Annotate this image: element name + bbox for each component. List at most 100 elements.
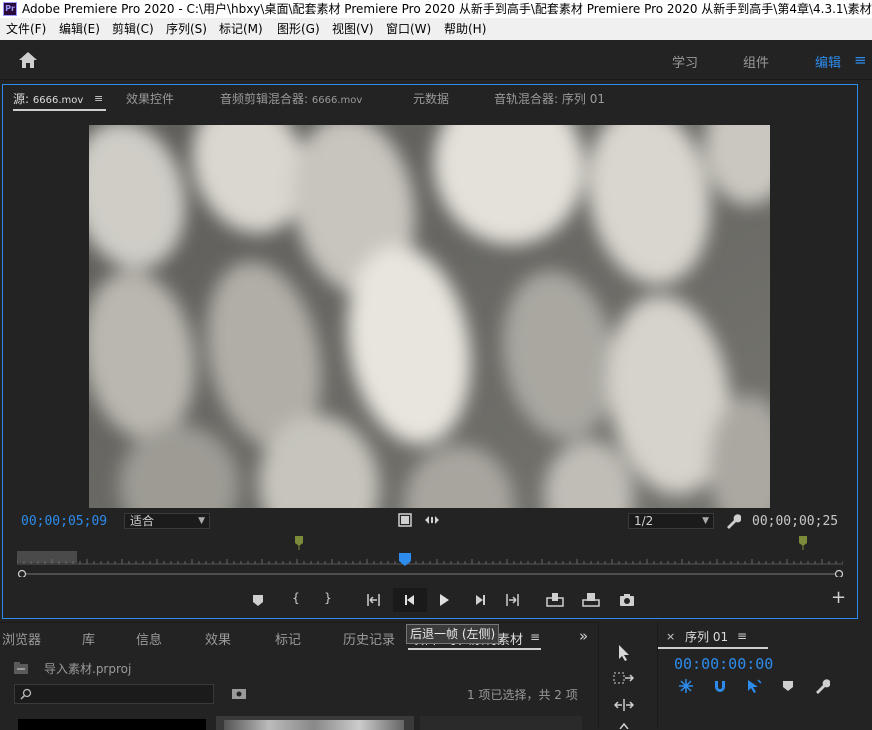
mark-out-icon[interactable]: }	[322, 588, 334, 608]
menu-bar: 文件(F) 编辑(E) 剪辑(C) 序列(S) 标记(M) 图形(G) 视图(V…	[0, 18, 872, 40]
wrench-settings-icon[interactable]	[725, 513, 741, 529]
add-button-icon[interactable]: +	[831, 588, 846, 608]
ripple-edit-tool-icon[interactable]	[613, 698, 635, 712]
premiere-logo-icon: Pr	[3, 2, 17, 16]
project-search-input[interactable]	[14, 684, 214, 704]
timeline-settings-wrench-icon[interactable]	[814, 678, 830, 694]
tools-panel	[598, 622, 654, 729]
zoom-handle-right[interactable]	[834, 569, 843, 578]
home-icon[interactable]	[18, 51, 38, 69]
tab-audio-track-mixer-sequence: 序列 01	[561, 92, 605, 106]
menu-marker[interactable]: 标记(M)	[219, 18, 263, 40]
menu-file[interactable]: 文件(F)	[6, 18, 46, 40]
step-forward-icon[interactable]	[472, 590, 488, 610]
export-frame-camera-icon[interactable]	[618, 590, 636, 610]
video-preview[interactable]	[89, 125, 770, 508]
selection-tool-icon[interactable]	[617, 644, 631, 662]
thumbnail-clip-2[interactable]	[216, 716, 414, 730]
zoom-handle-left[interactable]	[17, 569, 27, 578]
source-current-timecode[interactable]: 00;00;05;09	[21, 514, 107, 529]
project-bin-icon	[14, 662, 28, 674]
step-back-button[interactable]	[393, 588, 427, 612]
zoom-chevron-down-icon: ▼	[198, 516, 205, 526]
nest-sequence-icon[interactable]	[678, 678, 694, 694]
snap-magnet-icon[interactable]	[712, 678, 728, 694]
in-out-range	[17, 551, 77, 563]
tab-libraries[interactable]: 库	[82, 629, 95, 648]
insert-icon[interactable]	[545, 590, 565, 610]
overwrite-icon[interactable]	[581, 590, 601, 610]
workspace-bar: 学习 组件 编辑 ≡	[0, 40, 872, 80]
window-title: Adobe Premiere Pro 2020 - C:\用户\hbxy\桌面\…	[22, 2, 872, 16]
step-back-icon	[405, 595, 414, 605]
thumbnail-clip-1[interactable]	[18, 719, 206, 730]
playhead-icon[interactable]	[398, 553, 412, 567]
menu-clip[interactable]: 剪辑(C)	[112, 18, 154, 40]
project-panel: 浏览器 库 信息 效果 标记 历史记录 项目: 导入素材 素材 ≡ » 导入素材…	[0, 622, 596, 730]
menu-sequence[interactable]: 序列(S)	[166, 18, 207, 40]
tab-audio-clip-mixer-label: 音频剪辑混合器:	[220, 92, 309, 106]
sequence-timecode[interactable]: 00:00:00:00	[674, 655, 773, 673]
sequence-tab-title[interactable]: 序列 01	[685, 628, 728, 645]
green-marker-icon[interactable]	[294, 536, 304, 550]
tab-audio-clip-mixer[interactable]: 音频剪辑混合器: 6666.mov	[220, 90, 362, 107]
green-marker-icon-end[interactable]	[798, 536, 808, 550]
source-tab-menu-icon[interactable]: ≡	[94, 92, 103, 105]
video-frame-image	[89, 125, 770, 508]
tab-history[interactable]: 历史记录	[343, 629, 395, 648]
thumbnail-empty-area	[420, 716, 582, 730]
workspace-tab-editing[interactable]: 编辑	[815, 52, 841, 71]
project-tab-underline	[408, 648, 541, 650]
tab-audio-track-mixer[interactable]: 音轨混合器: 序列 01	[494, 90, 605, 107]
tab-audio-track-mixer-label: 音轨混合器:	[494, 92, 559, 106]
tab-effect-controls[interactable]: 效果控件	[126, 90, 174, 107]
project-file-name: 导入素材.prproj	[44, 662, 132, 676]
time-ruler[interactable]	[17, 551, 843, 577]
tab-source-label: 源:	[13, 92, 30, 106]
menu-edit[interactable]: 编辑(E)	[59, 18, 100, 40]
search-icon	[20, 688, 32, 700]
step-back-tooltip: 后退一帧 (左侧)	[406, 624, 500, 644]
playback-resolution-select[interactable]: 1/2 ▼	[628, 513, 714, 529]
add-marker-timeline-icon[interactable]	[782, 680, 794, 692]
panel-overflow-icon[interactable]: »	[579, 627, 588, 645]
workspace-tab-learn[interactable]: 学习	[672, 52, 698, 71]
tab-audio-clip-mixer-clip: 6666.mov	[311, 95, 363, 106]
menu-graphics[interactable]: 图形(G)	[277, 18, 320, 40]
zoom-level-select[interactable]: 适合 ▼	[124, 513, 210, 529]
tab-metadata[interactable]: 元数据	[413, 90, 449, 107]
tab-markers[interactable]: 标记	[275, 629, 301, 648]
track-select-tool-icon[interactable]	[613, 671, 635, 685]
tab-source-clip: 6666.mov	[32, 95, 84, 106]
drag-audio-only-icon[interactable]	[424, 515, 440, 525]
playback-resolution-value: 1/2	[634, 514, 654, 528]
tab-media-browser[interactable]: 浏览器	[2, 629, 41, 648]
mark-in-icon[interactable]: {	[290, 588, 302, 608]
add-marker-icon[interactable]	[251, 590, 265, 610]
menu-view[interactable]: 视图(V)	[332, 18, 374, 40]
play-icon[interactable]	[436, 590, 452, 610]
selection-status: 1 项已选择，共 2 项	[467, 688, 578, 702]
tab-info[interactable]: 信息	[136, 629, 162, 648]
razor-tool-icon[interactable]	[617, 722, 631, 729]
tab-effects[interactable]: 效果	[205, 629, 231, 648]
workspace-menu-icon[interactable]: ≡	[854, 51, 867, 69]
go-to-in-icon[interactable]	[365, 590, 383, 610]
workspace-tab-assembly[interactable]: 组件	[743, 52, 769, 71]
drag-video-only-icon[interactable]	[398, 513, 412, 527]
active-tab-indicator	[13, 109, 106, 111]
tab-project-assets[interactable]: 素材	[497, 629, 524, 648]
timeline-panel: × 序列 01 ≡ 00:00:00:00	[657, 622, 872, 729]
sequence-tab-menu-icon[interactable]: ≡	[737, 629, 747, 643]
menu-window[interactable]: 窗口(W)	[386, 18, 431, 40]
linked-selection-icon[interactable]	[746, 678, 762, 694]
new-search-bin-icon[interactable]	[231, 687, 247, 700]
resolution-chevron-down-icon: ▼	[702, 516, 709, 526]
tab-source[interactable]: 源: 6666.mov	[13, 90, 83, 107]
close-sequence-icon[interactable]: ×	[666, 630, 675, 643]
project-tab-menu-icon[interactable]: ≡	[530, 630, 540, 644]
source-monitor-panel: 源: 6666.mov ≡ 效果控件 音频剪辑混合器: 6666.mov 元数据…	[2, 84, 858, 619]
source-duration-timecode: 00;00;00;25	[752, 514, 839, 529]
menu-help[interactable]: 帮助(H)	[444, 18, 486, 40]
go-to-out-icon[interactable]	[504, 590, 522, 610]
